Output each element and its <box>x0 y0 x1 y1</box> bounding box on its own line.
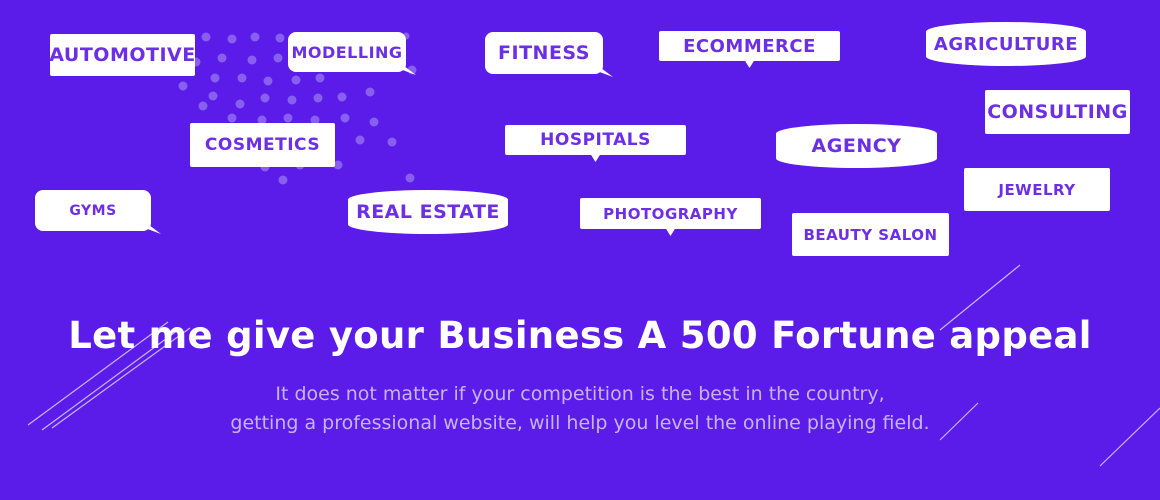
tag-real-estate: REAL ESTATE <box>348 190 508 234</box>
tag-cosmetics: COSMETICS <box>190 123 335 167</box>
decorative-lines <box>27 264 1160 467</box>
tag-ecommerce-label: ECOMMERCE <box>683 35 816 57</box>
tag-consulting: CONSULTING <box>985 90 1130 134</box>
tag-modelling: MODELLING <box>288 32 406 72</box>
tag-modelling-label: MODELLING <box>291 42 403 62</box>
tag-consulting-label: CONSULTING <box>987 101 1128 123</box>
banner: AUTOMOTIVE MODELLING FITNESS ECOMMERCE A… <box>0 0 1160 500</box>
tag-cosmetics-label: COSMETICS <box>204 135 321 155</box>
tag-ecommerce: ECOMMERCE <box>659 31 840 61</box>
tag-hospitals: HOSPITALS <box>505 125 686 155</box>
tag-photography-label: PHOTOGRAPHY <box>603 204 738 223</box>
tag-gyms-label: GYMS <box>69 202 117 219</box>
tag-fitness-label: FITNESS <box>498 42 590 64</box>
tag-agency-label: AGENCY <box>811 135 902 157</box>
hero-subtext-line-1: It does not matter if your competition i… <box>275 383 885 405</box>
tag-gyms: GYMS <box>35 190 151 231</box>
tag-jewelry: JEWELRY <box>964 168 1110 211</box>
tag-photography: PHOTOGRAPHY <box>580 198 761 229</box>
tag-agriculture: AGRICULTURE <box>926 22 1086 66</box>
tag-fitness: FITNESS <box>485 32 603 74</box>
hero-headline: Let me give your Business A 500 Fortune … <box>68 314 1092 357</box>
tag-beauty-salon: BEAUTY SALON <box>792 213 949 256</box>
hero-subtext-line-2: getting a professional website, will hel… <box>230 412 930 434</box>
tag-real-estate-label: REAL ESTATE <box>356 201 500 223</box>
tag-jewelry-label: JEWELRY <box>998 180 1076 199</box>
tag-automotive-label: AUTOMOTIVE <box>49 44 196 66</box>
tag-beauty-salon-label: BEAUTY SALON <box>803 225 938 244</box>
tag-agency: AGENCY <box>776 124 937 168</box>
tag-automotive: AUTOMOTIVE <box>49 34 196 76</box>
tag-agriculture-label: AGRICULTURE <box>933 33 1079 55</box>
tag-hospitals-label: HOSPITALS <box>540 130 651 150</box>
